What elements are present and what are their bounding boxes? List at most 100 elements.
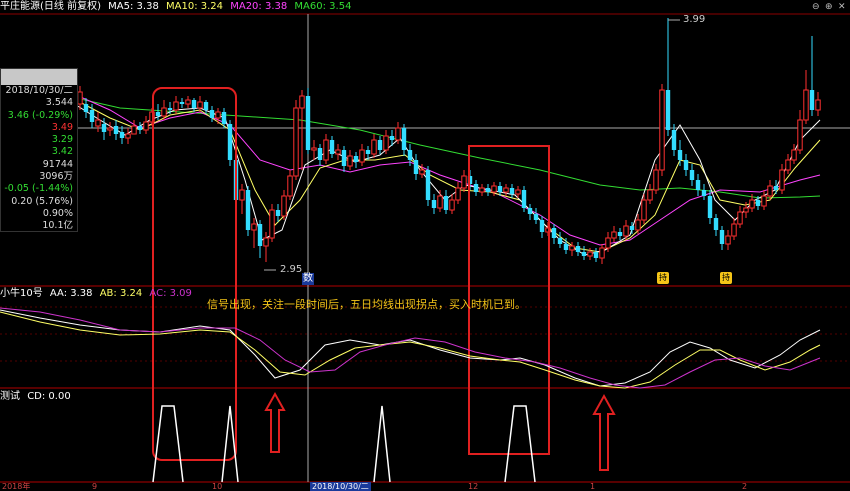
candle-body — [257, 224, 263, 246]
info-amount: 3096万 — [39, 171, 73, 183]
candle-body — [611, 231, 617, 239]
ma5-label: MA5: 3.38 — [108, 1, 159, 12]
candle-body — [803, 89, 809, 121]
candle-body — [95, 119, 101, 127]
high-price-label: 3.99 — [683, 14, 706, 25]
zoom-out-icon[interactable]: ⊖ — [812, 2, 822, 12]
candle-body — [245, 190, 251, 230]
chart-canvas[interactable] — [0, 0, 850, 491]
ma10-line — [75, 99, 821, 253]
candle-body — [665, 90, 671, 130]
candle-body — [269, 209, 275, 239]
axis-date-1: 9 — [92, 482, 98, 491]
ma60-label: MA60: 3.54 — [294, 1, 352, 12]
candle-body — [353, 156, 359, 162]
candlestick-series — [77, 18, 821, 264]
candle-body — [377, 140, 383, 150]
candle-body — [173, 101, 179, 111]
candle-body — [677, 150, 683, 160]
candle-body — [557, 238, 563, 244]
candle-body — [137, 126, 143, 130]
signal-mark-2: 持 — [720, 272, 732, 284]
red-arrow-1 — [264, 391, 286, 453]
candle-body — [497, 186, 503, 192]
candle-body — [683, 160, 689, 170]
candle-body — [641, 199, 647, 221]
zoom-in-icon[interactable]: ⊕ — [825, 2, 835, 12]
candle-body — [113, 126, 119, 134]
candle-body — [713, 218, 719, 230]
indicator-line-aa — [0, 309, 821, 387]
candle-body — [329, 140, 335, 154]
candle-body — [587, 251, 593, 257]
candle-body — [371, 139, 377, 155]
candle-body — [635, 219, 641, 231]
candle-body — [797, 119, 803, 151]
candle-body — [275, 210, 281, 216]
close-icon[interactable]: ✕ — [838, 2, 848, 12]
candle-body — [179, 102, 185, 104]
candle-body — [161, 107, 167, 117]
cursor-marker: 数 — [302, 273, 314, 285]
candle-body — [425, 170, 431, 200]
ma10-label: MA10: 3.24 — [166, 1, 224, 12]
candle-body — [431, 200, 437, 208]
test-panel-name[interactable]: 测试 — [0, 391, 20, 402]
candle-body — [743, 207, 749, 213]
candle-body — [659, 89, 665, 171]
candle-body — [83, 104, 89, 112]
candle-body — [125, 133, 131, 139]
info-turnover: 0.90% — [42, 207, 73, 219]
candle-body — [281, 195, 287, 217]
stock-title[interactable]: 平庄能源(日线 前复权) — [0, 1, 101, 12]
quote-info-panel: 2018/10/30/二 3.544 3.46 (-0.29%) 3.49 3.… — [0, 68, 78, 232]
candle-body — [263, 237, 269, 247]
candle-body — [539, 220, 545, 232]
candle-body — [509, 188, 515, 194]
axis-date-0: 2018年 — [2, 482, 31, 491]
candle-body — [485, 188, 491, 192]
info-change: -0.05 (-1.44%) — [4, 183, 73, 195]
candle-body — [551, 228, 557, 238]
candle-body — [479, 187, 485, 193]
signal-mark-1: 持 — [657, 272, 669, 284]
candle-body — [461, 175, 467, 189]
axis-date-4: 1 — [590, 482, 596, 491]
axis-date-3: 12 — [468, 482, 479, 491]
candle-body — [335, 149, 341, 155]
chart-header: 平庄能源(日线 前复权) MA5: 3.38 MA10: 3.24 MA20: … — [0, 0, 355, 14]
candle-body — [239, 189, 245, 201]
candle-body — [311, 147, 317, 151]
candle-body — [647, 189, 653, 201]
info-amplitude: 0.20 (5.76%) — [11, 195, 73, 207]
candle-body — [155, 112, 161, 116]
candle-body — [767, 185, 773, 197]
ma20-label: MA20: 3.38 — [230, 1, 288, 12]
candle-body — [215, 111, 221, 119]
candle-body — [413, 160, 419, 174]
candle-body — [401, 128, 407, 150]
indicator-line-ab — [0, 311, 821, 389]
candle-body — [299, 95, 305, 109]
info-price-5: 3.42 — [51, 146, 73, 158]
candle-body — [707, 196, 713, 218]
candle-body — [101, 124, 107, 132]
candle-body — [185, 99, 191, 105]
candle-body — [383, 135, 389, 151]
crosshair — [76, 14, 850, 482]
candle-body — [191, 100, 197, 108]
candle-body — [533, 214, 539, 220]
candle-body — [779, 169, 785, 191]
candle-body — [227, 124, 233, 160]
axis-date-5: 2 — [742, 482, 748, 491]
candle-body — [593, 252, 599, 258]
candle-body — [317, 148, 323, 160]
candle-body — [443, 196, 449, 210]
cursor-date-label: 2018/10/30/二 — [310, 482, 371, 491]
indicator-name[interactable]: 小牛10号 — [0, 288, 43, 299]
candle-body — [725, 235, 731, 245]
candle-body — [623, 225, 629, 237]
candle-body — [395, 127, 401, 141]
candle-body — [749, 199, 755, 209]
candle-body — [761, 195, 767, 207]
